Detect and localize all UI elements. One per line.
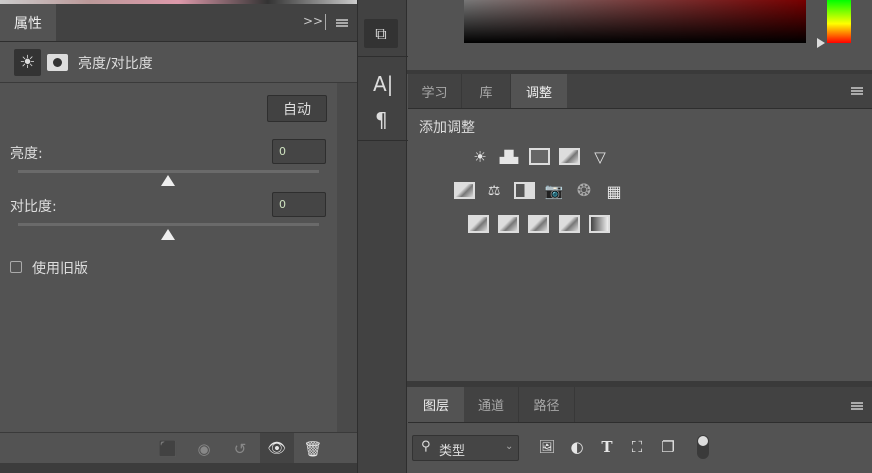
search-icon: ⚲ (421, 439, 431, 454)
brightness-contrast-icon[interactable]: ☀ (469, 147, 491, 167)
threshold-icon[interactable] (528, 215, 549, 233)
black-white-icon[interactable] (514, 182, 535, 199)
chevron-down-icon: ⌄ (505, 441, 514, 452)
legacy-label: 使用旧版 (32, 261, 88, 277)
adjustment-title: 亮度/对比度 (78, 56, 153, 72)
selective-color-icon[interactable] (559, 215, 580, 233)
brightness-slider-thumb[interactable] (161, 175, 175, 186)
trash-icon[interactable]: 🗑 (302, 439, 324, 459)
exposure-icon[interactable] (559, 148, 580, 165)
levels-icon[interactable]: ▟▙ (498, 147, 520, 167)
vibrance-icon[interactable]: ▽ (589, 147, 611, 167)
icon-dock: ⧉ A| ¶ (357, 0, 408, 473)
hue-slider[interactable] (827, 0, 851, 43)
photo-filter-icon[interactable]: 📷 (543, 181, 565, 201)
character-icon[interactable]: A| (373, 72, 393, 96)
visibility-button[interactable]: 👁 (260, 433, 294, 463)
contrast-slider-thumb[interactable] (161, 229, 175, 240)
tab-channels[interactable]: 通道 (464, 387, 519, 422)
divider (325, 14, 326, 30)
panel-menu-icon[interactable] (851, 87, 863, 95)
footer (0, 463, 357, 473)
adjustments-tabbar: 学习 库 调整 (408, 74, 872, 109)
tab-paths[interactable]: 路径 (519, 387, 575, 422)
filter-type-icon[interactable]: T (596, 437, 618, 457)
filter-toggle[interactable] (697, 435, 709, 459)
tab-adjustments[interactable]: 调整 (511, 74, 567, 108)
contrast-slider[interactable] (18, 223, 319, 226)
filter-adjustment-icon[interactable]: ◐ (566, 437, 588, 457)
clip-to-layer-icon[interactable]: ⬛ (157, 439, 179, 459)
layers-tabbar: 图层 通道 路径 (408, 387, 872, 423)
divider (0, 432, 357, 433)
paragraph-icon[interactable]: ¶ (375, 108, 388, 132)
gradient-map-icon[interactable] (589, 215, 610, 233)
brightness-slider[interactable] (18, 170, 319, 173)
filter-value: 类型 (439, 444, 466, 459)
curves-icon[interactable] (529, 148, 550, 165)
channel-mixer-icon[interactable]: ❂ (573, 181, 595, 201)
tab-libraries[interactable]: 库 (462, 74, 511, 108)
color-lookup-icon[interactable]: ▦ (603, 181, 625, 201)
layer-filter-select[interactable]: ⚲ 类型 ⌄ (412, 435, 519, 461)
tab-properties[interactable]: 属性 (0, 4, 56, 41)
panel-menu-icon[interactable] (851, 402, 863, 410)
filter-pixel-icon[interactable]: 🖼 (536, 437, 558, 457)
eye-icon: 👁 (267, 439, 287, 457)
divider (358, 140, 408, 141)
add-adjustment-heading: 添加调整 (419, 120, 475, 136)
scrollbar[interactable] (337, 83, 357, 432)
posterize-icon[interactable] (498, 215, 519, 233)
auto-button[interactable]: 自动 (267, 95, 327, 122)
mask-icon[interactable] (47, 54, 68, 71)
3d-icon[interactable]: ⧉ (364, 19, 398, 48)
filter-smart-object-icon[interactable]: ❐ (657, 437, 679, 457)
hue-saturation-icon[interactable] (454, 182, 475, 199)
contrast-label: 对比度: (10, 199, 57, 215)
brightness-contrast-icon[interactable]: ☀ (14, 49, 41, 76)
filter-shape-icon[interactable]: ⛶ (626, 437, 648, 457)
reset-icon[interactable]: ↺ (229, 439, 251, 459)
tab-layers[interactable]: 图层 (408, 387, 464, 422)
panel-menu-icon[interactable] (336, 19, 348, 27)
color-field[interactable] (464, 0, 806, 43)
collapse-icon[interactable]: >> (303, 14, 323, 28)
tab-learn[interactable]: 学习 (408, 74, 462, 108)
invert-icon[interactable] (468, 215, 489, 233)
color-balance-icon[interactable]: ⚖ (483, 181, 505, 201)
divider (358, 56, 408, 57)
properties-tabbar: 属性 >> (0, 4, 357, 42)
legacy-checkbox[interactable] (10, 261, 22, 273)
brightness-input[interactable]: 0 (272, 139, 326, 164)
hue-slider-thumb[interactable] (817, 38, 825, 48)
contrast-input[interactable]: 0 (272, 192, 326, 217)
divider (0, 82, 357, 83)
brightness-label: 亮度: (10, 146, 43, 162)
view-previous-icon[interactable]: ◉ (193, 439, 215, 459)
